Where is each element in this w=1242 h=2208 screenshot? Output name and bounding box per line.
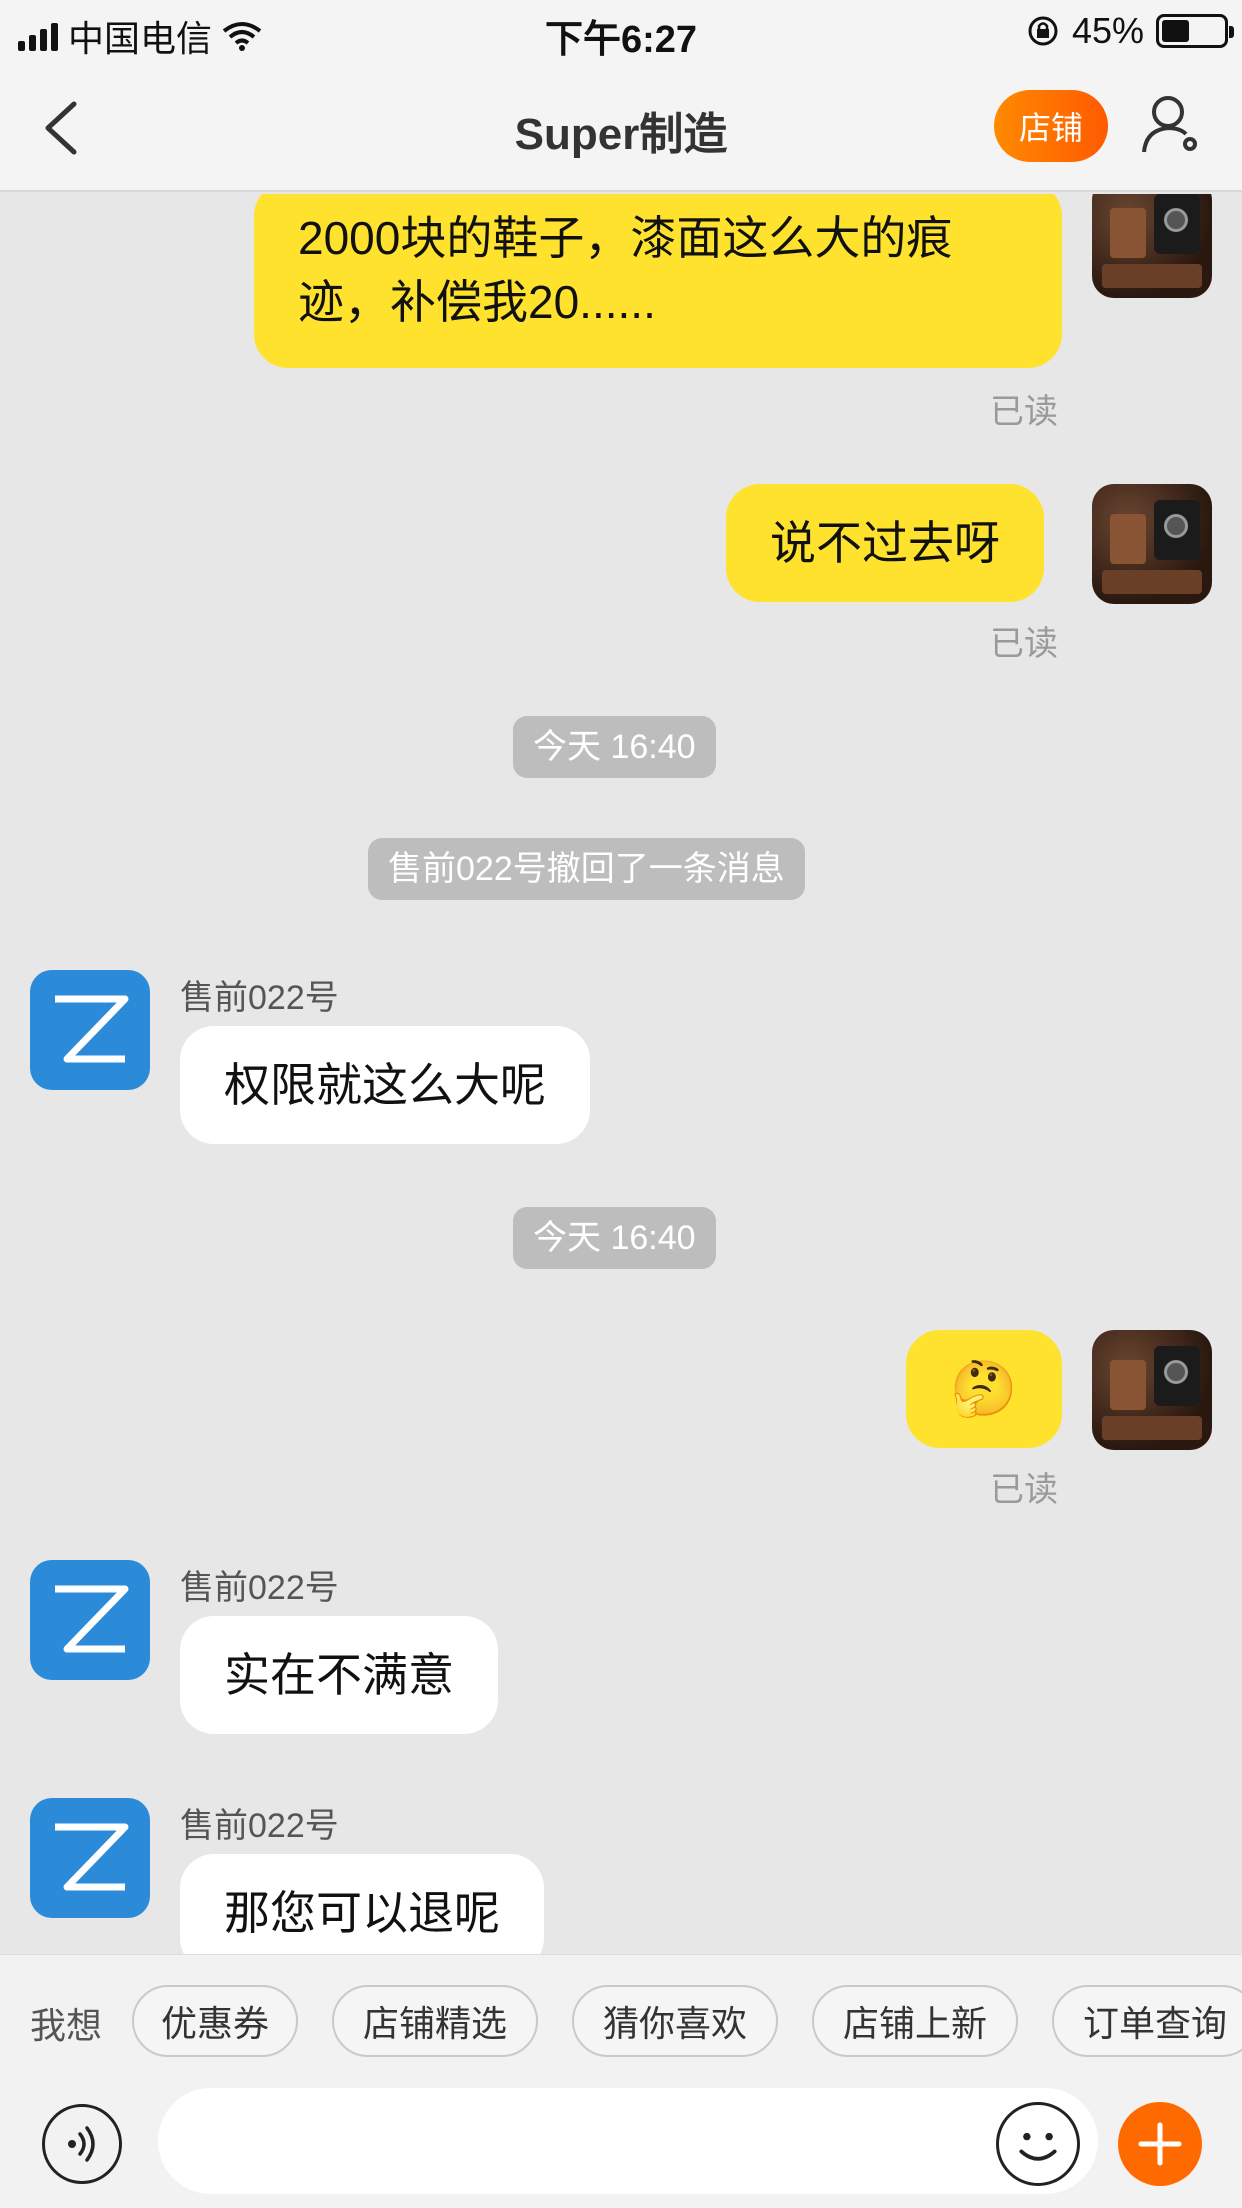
chip-you-may-like[interactable]: 猜你喜欢 (572, 1985, 778, 2057)
store-logo-icon (55, 995, 129, 1063)
read-status: 已读 (990, 1471, 1058, 1509)
thinking-emoji: 🤔 (950, 1359, 1018, 1419)
sender-name: 售前022号 (180, 1569, 339, 1607)
message-text-line2: 迹，补偿我20...... (298, 276, 656, 328)
message-bubble-other[interactable]: 那您可以退呢 (180, 1854, 544, 1954)
timestamp: 今天 16:40 (513, 716, 716, 778)
user-avatar[interactable] (1092, 194, 1212, 298)
chip-store-picks[interactable]: 店铺精选 (332, 1985, 538, 2057)
message-bubble-mine[interactable]: 说不过去呀 (726, 484, 1044, 602)
voice-icon (68, 2126, 95, 2162)
plus-icon (1138, 2122, 1182, 2166)
voice-button[interactable] (42, 2104, 122, 2184)
status-right: 45% (1026, 10, 1234, 52)
battery-icon (1156, 14, 1234, 48)
status-bar: 中国电信 下午6:27 45% (0, 0, 1242, 62)
nav-bar: Super制造 店铺 (0, 62, 1242, 192)
chip-order-lookup[interactable]: 订单查询 (1052, 1985, 1242, 2057)
input-bar (0, 2084, 1242, 2208)
user-settings-icon[interactable] (1140, 92, 1204, 156)
message-bubble-mine[interactable]: 2000块的鞋子，漆面这么大的痕 迹，补偿我20...... (254, 194, 1062, 368)
store-button[interactable]: 店铺 (994, 90, 1108, 162)
chip-new-arrivals[interactable]: 店铺上新 (812, 1985, 1018, 2057)
sender-name: 售前022号 (180, 979, 339, 1017)
read-status: 已读 (990, 625, 1058, 663)
user-avatar[interactable] (1092, 484, 1212, 604)
chat-area[interactable]: 2000块的鞋子，漆面这么大的痕 迹，补偿我20...... 已读 说不过去呀 … (0, 194, 1242, 1954)
message-input[interactable] (158, 2088, 1098, 2194)
message-bubble-other[interactable]: 实在不满意 (180, 1616, 498, 1734)
message-text-line1: 2000块的鞋子，漆面这么大的痕 (298, 212, 953, 264)
store-logo-icon (55, 1823, 129, 1891)
message-bubble-other[interactable]: 权限就这么大呢 (180, 1026, 590, 1144)
bot-avatar[interactable] (30, 1560, 150, 1680)
sender-name: 售前022号 (180, 1807, 339, 1845)
quick-action-bar: 我想 优惠券 店铺精选 猜你喜欢 店铺上新 订单查询 (0, 1954, 1242, 2084)
battery-percent: 45% (1071, 10, 1144, 51)
bot-avatar[interactable] (30, 1798, 150, 1918)
chip-coupon[interactable]: 优惠券 (132, 1985, 298, 2057)
rotation-lock-icon (1028, 16, 1058, 46)
message-bubble-mine[interactable]: 🤔 (906, 1330, 1062, 1448)
timestamp: 今天 16:40 (513, 1207, 716, 1269)
store-logo-icon (55, 1585, 129, 1653)
read-status: 已读 (990, 393, 1058, 431)
quick-bar-label: 我想 (30, 2005, 103, 2046)
recall-notice: 售前022号撤回了一条消息 (368, 838, 805, 900)
bot-avatar[interactable] (30, 970, 150, 1090)
user-avatar[interactable] (1092, 1330, 1212, 1450)
plus-button[interactable] (1118, 2102, 1202, 2186)
smiley-icon[interactable] (996, 2102, 1080, 2186)
